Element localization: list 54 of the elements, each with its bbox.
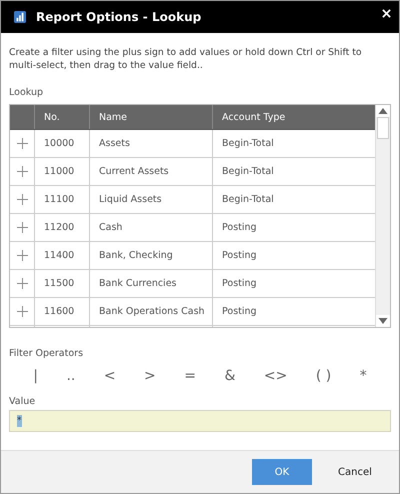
table-cell: Current Assets xyxy=(90,158,213,185)
plus-icon[interactable] xyxy=(16,250,28,261)
plus-icon[interactable] xyxy=(16,166,28,177)
section-label: Lookup xyxy=(9,87,44,100)
column-header[interactable]: No. xyxy=(35,105,90,129)
table-cell-text: Begin-Total xyxy=(221,137,275,151)
close-icon[interactable] xyxy=(382,8,391,18)
plus-icon[interactable] xyxy=(16,306,28,317)
table-cell: 11000 xyxy=(35,158,90,185)
table-cell-text: Posting xyxy=(221,249,258,263)
operator-button[interactable]: ( ) xyxy=(312,366,336,386)
table-cell: 11200 xyxy=(35,214,90,241)
table-cell: Bank, Checking xyxy=(90,242,213,269)
scroll-down-icon[interactable] xyxy=(376,315,390,327)
table-cell-text: Posting xyxy=(221,221,258,235)
plus-icon[interactable] xyxy=(16,222,28,233)
table-cell-text: Posting xyxy=(221,305,258,319)
table-cell: 10000 xyxy=(35,130,90,157)
window-title: Report Options - Lookup xyxy=(36,10,202,24)
table-cell: 11500 xyxy=(35,270,90,297)
operator-button[interactable]: & xyxy=(220,366,240,386)
table-cell: 11100 xyxy=(35,186,90,213)
field-label: Value xyxy=(9,396,36,407)
section-label: Filter Operators xyxy=(9,348,84,359)
instructions-text: Create a filter using the plus sign to add values or hold down Ctrl or Shift to multi-select, then drag to the value field.. xyxy=(9,46,363,72)
table-cell: Liquid Assets xyxy=(90,186,213,213)
column-header[interactable]: Name xyxy=(90,105,213,129)
scroll-thumb[interactable] xyxy=(377,117,389,139)
plus-icon[interactable] xyxy=(16,278,28,289)
value-field[interactable]: * xyxy=(9,410,391,432)
operator-button[interactable]: .. xyxy=(62,366,80,386)
table-cell: Cash xyxy=(90,214,213,241)
column-header[interactable]: Account Type xyxy=(213,105,375,129)
scroll-up-icon[interactable] xyxy=(376,105,390,117)
operator-button[interactable]: | xyxy=(29,366,42,386)
operator-button[interactable]: * xyxy=(356,366,371,386)
bar-chart-icon xyxy=(14,11,26,23)
operator-button[interactable]: > xyxy=(140,366,160,386)
table-cell: 11400 xyxy=(35,242,90,269)
plus-icon[interactable] xyxy=(16,138,28,149)
table-cell-text: Begin-Total xyxy=(221,193,275,207)
table-cell: Bank Currencies xyxy=(90,270,213,297)
ok-button[interactable]: OK xyxy=(252,459,312,485)
scrollbar[interactable] xyxy=(375,105,390,327)
table-cell: 11600 xyxy=(35,298,90,325)
operator-button[interactable]: = xyxy=(180,366,200,386)
table-cell-text: Begin-Total xyxy=(221,165,275,179)
table-cell: Assets xyxy=(90,130,213,157)
operator-button[interactable]: <> xyxy=(260,366,292,386)
table-cell: Bank Operations Cash xyxy=(90,298,213,325)
table-cell-text: Posting xyxy=(221,277,258,291)
operator-button[interactable]: < xyxy=(100,366,120,386)
plus-icon[interactable] xyxy=(16,194,28,205)
cancel-button[interactable]: Cancel xyxy=(332,459,372,485)
